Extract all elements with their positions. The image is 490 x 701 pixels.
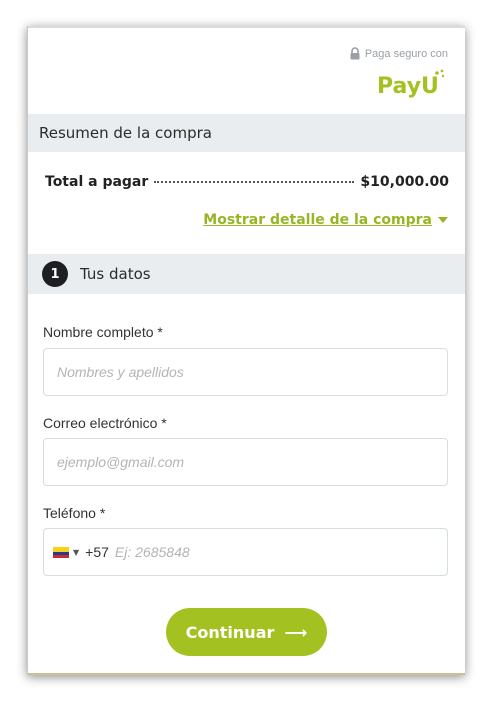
show-detail-link[interactable]: Mostrar detalle de la compra bbox=[203, 212, 448, 228]
lock-icon bbox=[350, 47, 360, 60]
name-label: Nombre completo * bbox=[43, 324, 163, 340]
payu-logo: PayU bbox=[377, 69, 445, 98]
secure-text: Paga seguro con bbox=[364, 47, 448, 60]
total-amount: $10,000.00 bbox=[360, 174, 449, 190]
top-divider bbox=[28, 26, 465, 28]
country-caret-icon[interactable]: ▼ bbox=[73, 548, 79, 557]
continue-button[interactable]: Continuar ⟶ bbox=[166, 608, 327, 656]
total-label: Total a pagar bbox=[45, 174, 149, 190]
dotted-leader bbox=[154, 181, 355, 183]
continue-label: Continuar bbox=[185, 622, 275, 642]
email-placeholder: ejemplo@gmail.com bbox=[57, 454, 185, 470]
step-title: Tus datos bbox=[80, 265, 151, 283]
phone-placeholder: Ej: 2685848 bbox=[114, 544, 190, 560]
colombia-flag-icon[interactable] bbox=[53, 546, 69, 558]
step-header: 1 Tus datos bbox=[28, 254, 465, 294]
svg-text:PayU: PayU bbox=[377, 74, 439, 98]
phone-input[interactable]: ▼ +57 Ej: 2685848 bbox=[43, 528, 448, 576]
country-code: +57 bbox=[85, 544, 109, 560]
caret-down-icon bbox=[438, 216, 448, 223]
show-detail-text: Mostrar detalle de la compra bbox=[203, 212, 432, 228]
name-input[interactable]: Nombres y apellidos bbox=[43, 348, 448, 396]
email-input[interactable]: ejemplo@gmail.com bbox=[43, 438, 448, 486]
step-number-badge: 1 bbox=[42, 261, 68, 287]
arrow-right-icon: ⟶ bbox=[284, 622, 308, 642]
checkout-card: Paga seguro con PayU Resumen de la compr… bbox=[27, 26, 465, 675]
name-placeholder: Nombres y apellidos bbox=[57, 364, 184, 380]
secure-badge: Paga seguro con bbox=[349, 47, 448, 60]
summary-title: Resumen de la compra bbox=[39, 124, 212, 142]
total-row: Total a pagar $10,000.00 bbox=[45, 174, 449, 190]
phone-label: Teléfono * bbox=[43, 505, 106, 521]
summary-header: Resumen de la compra bbox=[28, 114, 465, 152]
email-label: Correo electrónico * bbox=[43, 415, 167, 431]
